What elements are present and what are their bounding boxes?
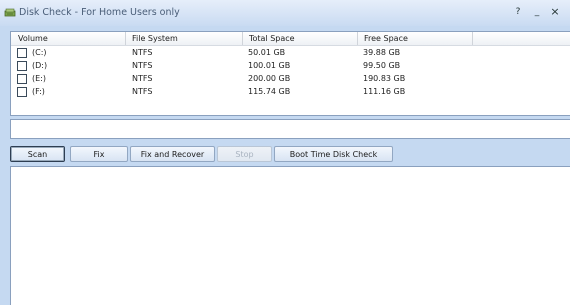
volume-list-header: Volume File System Total Space Free Spac…: [11, 32, 570, 46]
column-header-free-space[interactable]: Free Space: [364, 34, 408, 43]
free-space: 99.50 GB: [363, 61, 401, 70]
column-header-file-system[interactable]: File System: [132, 34, 178, 43]
volume-checkbox[interactable]: [17, 61, 27, 71]
total-space: 200.00 GB: [248, 74, 291, 83]
scan-button[interactable]: Scan: [10, 146, 65, 162]
file-system: NTFS: [132, 87, 153, 96]
file-system: NTFS: [132, 74, 153, 83]
volume-row[interactable]: (D:) NTFS 100.01 GB 99.50 GB: [11, 60, 570, 73]
help-button[interactable]: ?: [512, 6, 524, 18]
total-space: 50.01 GB: [248, 48, 286, 57]
volume-row[interactable]: (E:) NTFS 200.00 GB 190.83 GB: [11, 73, 570, 86]
volume-checkbox[interactable]: [17, 74, 27, 84]
volume-row[interactable]: (F:) NTFS 115.74 GB 111.16 GB: [11, 86, 570, 99]
stop-button[interactable]: Stop: [217, 146, 272, 162]
volume-checkbox[interactable]: [17, 87, 27, 97]
free-space: 190.83 GB: [363, 74, 406, 83]
title-bar: Disk Check - For Home Users only ? _ ×: [0, 0, 570, 26]
file-system: NTFS: [132, 48, 153, 57]
volume-name: (F:): [32, 87, 45, 96]
volume-name: (E:): [32, 74, 46, 83]
fix-button[interactable]: Fix: [70, 146, 128, 162]
volume-name: (D:): [32, 61, 48, 70]
column-header-total-space[interactable]: Total Space: [249, 34, 295, 43]
close-button[interactable]: ×: [549, 6, 561, 18]
file-system: NTFS: [132, 61, 153, 70]
disk-check-icon: [4, 8, 16, 17]
window-title: Disk Check - For Home Users only: [19, 7, 180, 18]
fix-and-recover-button[interactable]: Fix and Recover: [130, 146, 215, 162]
status-field[interactable]: [10, 119, 570, 139]
volume-row[interactable]: (C:) NTFS 50.01 GB 39.88 GB: [11, 47, 570, 60]
free-space: 111.16 GB: [363, 87, 406, 96]
minimize-button[interactable]: _: [531, 6, 543, 18]
volume-checkbox[interactable]: [17, 48, 27, 58]
total-space: 115.74 GB: [248, 87, 291, 96]
volume-list: Volume File System Total Space Free Spac…: [10, 31, 570, 116]
total-space: 100.01 GB: [248, 61, 291, 70]
volume-name: (C:): [32, 48, 47, 57]
column-header-volume[interactable]: Volume: [18, 34, 48, 43]
output-log[interactable]: [10, 166, 570, 305]
boot-time-disk-check-button[interactable]: Boot Time Disk Check: [274, 146, 393, 162]
free-space: 39.88 GB: [363, 48, 401, 57]
